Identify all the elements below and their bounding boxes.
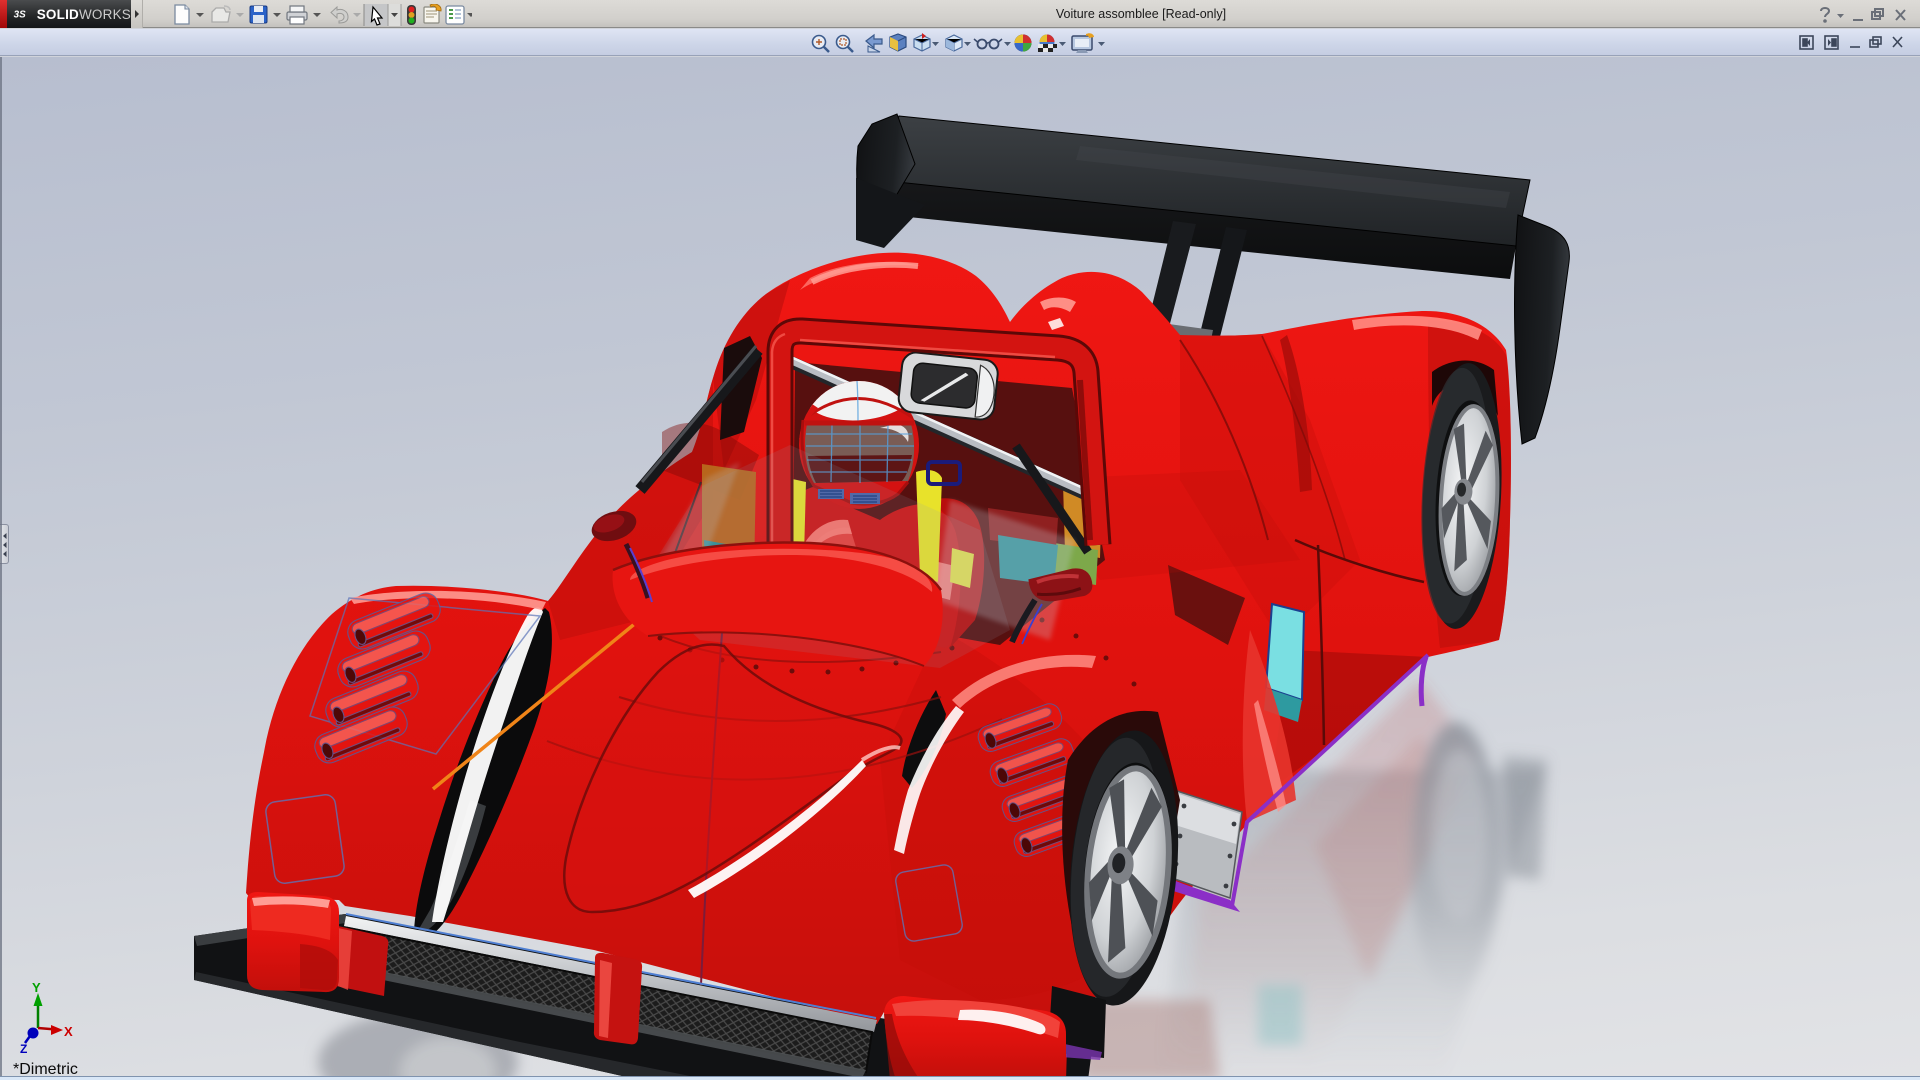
svg-text:X: X <box>64 1024 73 1039</box>
svg-text:Z: Z <box>20 1042 27 1056</box>
svg-text:3S: 3S <box>14 10 26 21</box>
svg-text:Y: Y <box>32 980 41 995</box>
